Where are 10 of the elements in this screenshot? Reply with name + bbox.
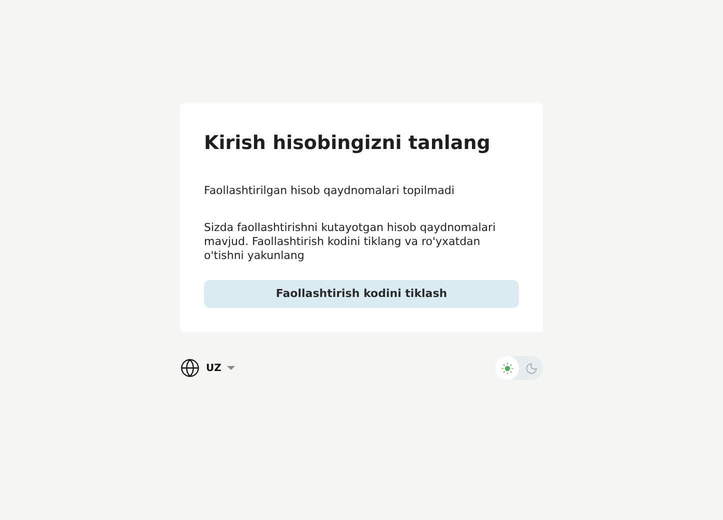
language-selector[interactable]: UZ	[180, 358, 236, 378]
reset-code-button[interactable]: Faollashtirish kodini tiklash	[204, 280, 519, 308]
message-text: Faollashtirilgan hisob qaydnomalari topilmadi	[204, 183, 456, 199]
card-title: Kirish hisobingizni tanlang	[204, 131, 492, 156]
caret-icon	[227, 366, 236, 370]
description-text: Sizda faollashtirishni kutayotgan hisob qaydnomalari mavjud. Faollashtirish kodini tiklang va ro'yxatdan o'tishni yakunlang	[204, 221, 497, 263]
moon-icon	[524, 362, 538, 374]
globe-icon	[180, 358, 200, 378]
sun-option[interactable]	[495, 356, 519, 380]
sun-icon	[500, 362, 514, 374]
